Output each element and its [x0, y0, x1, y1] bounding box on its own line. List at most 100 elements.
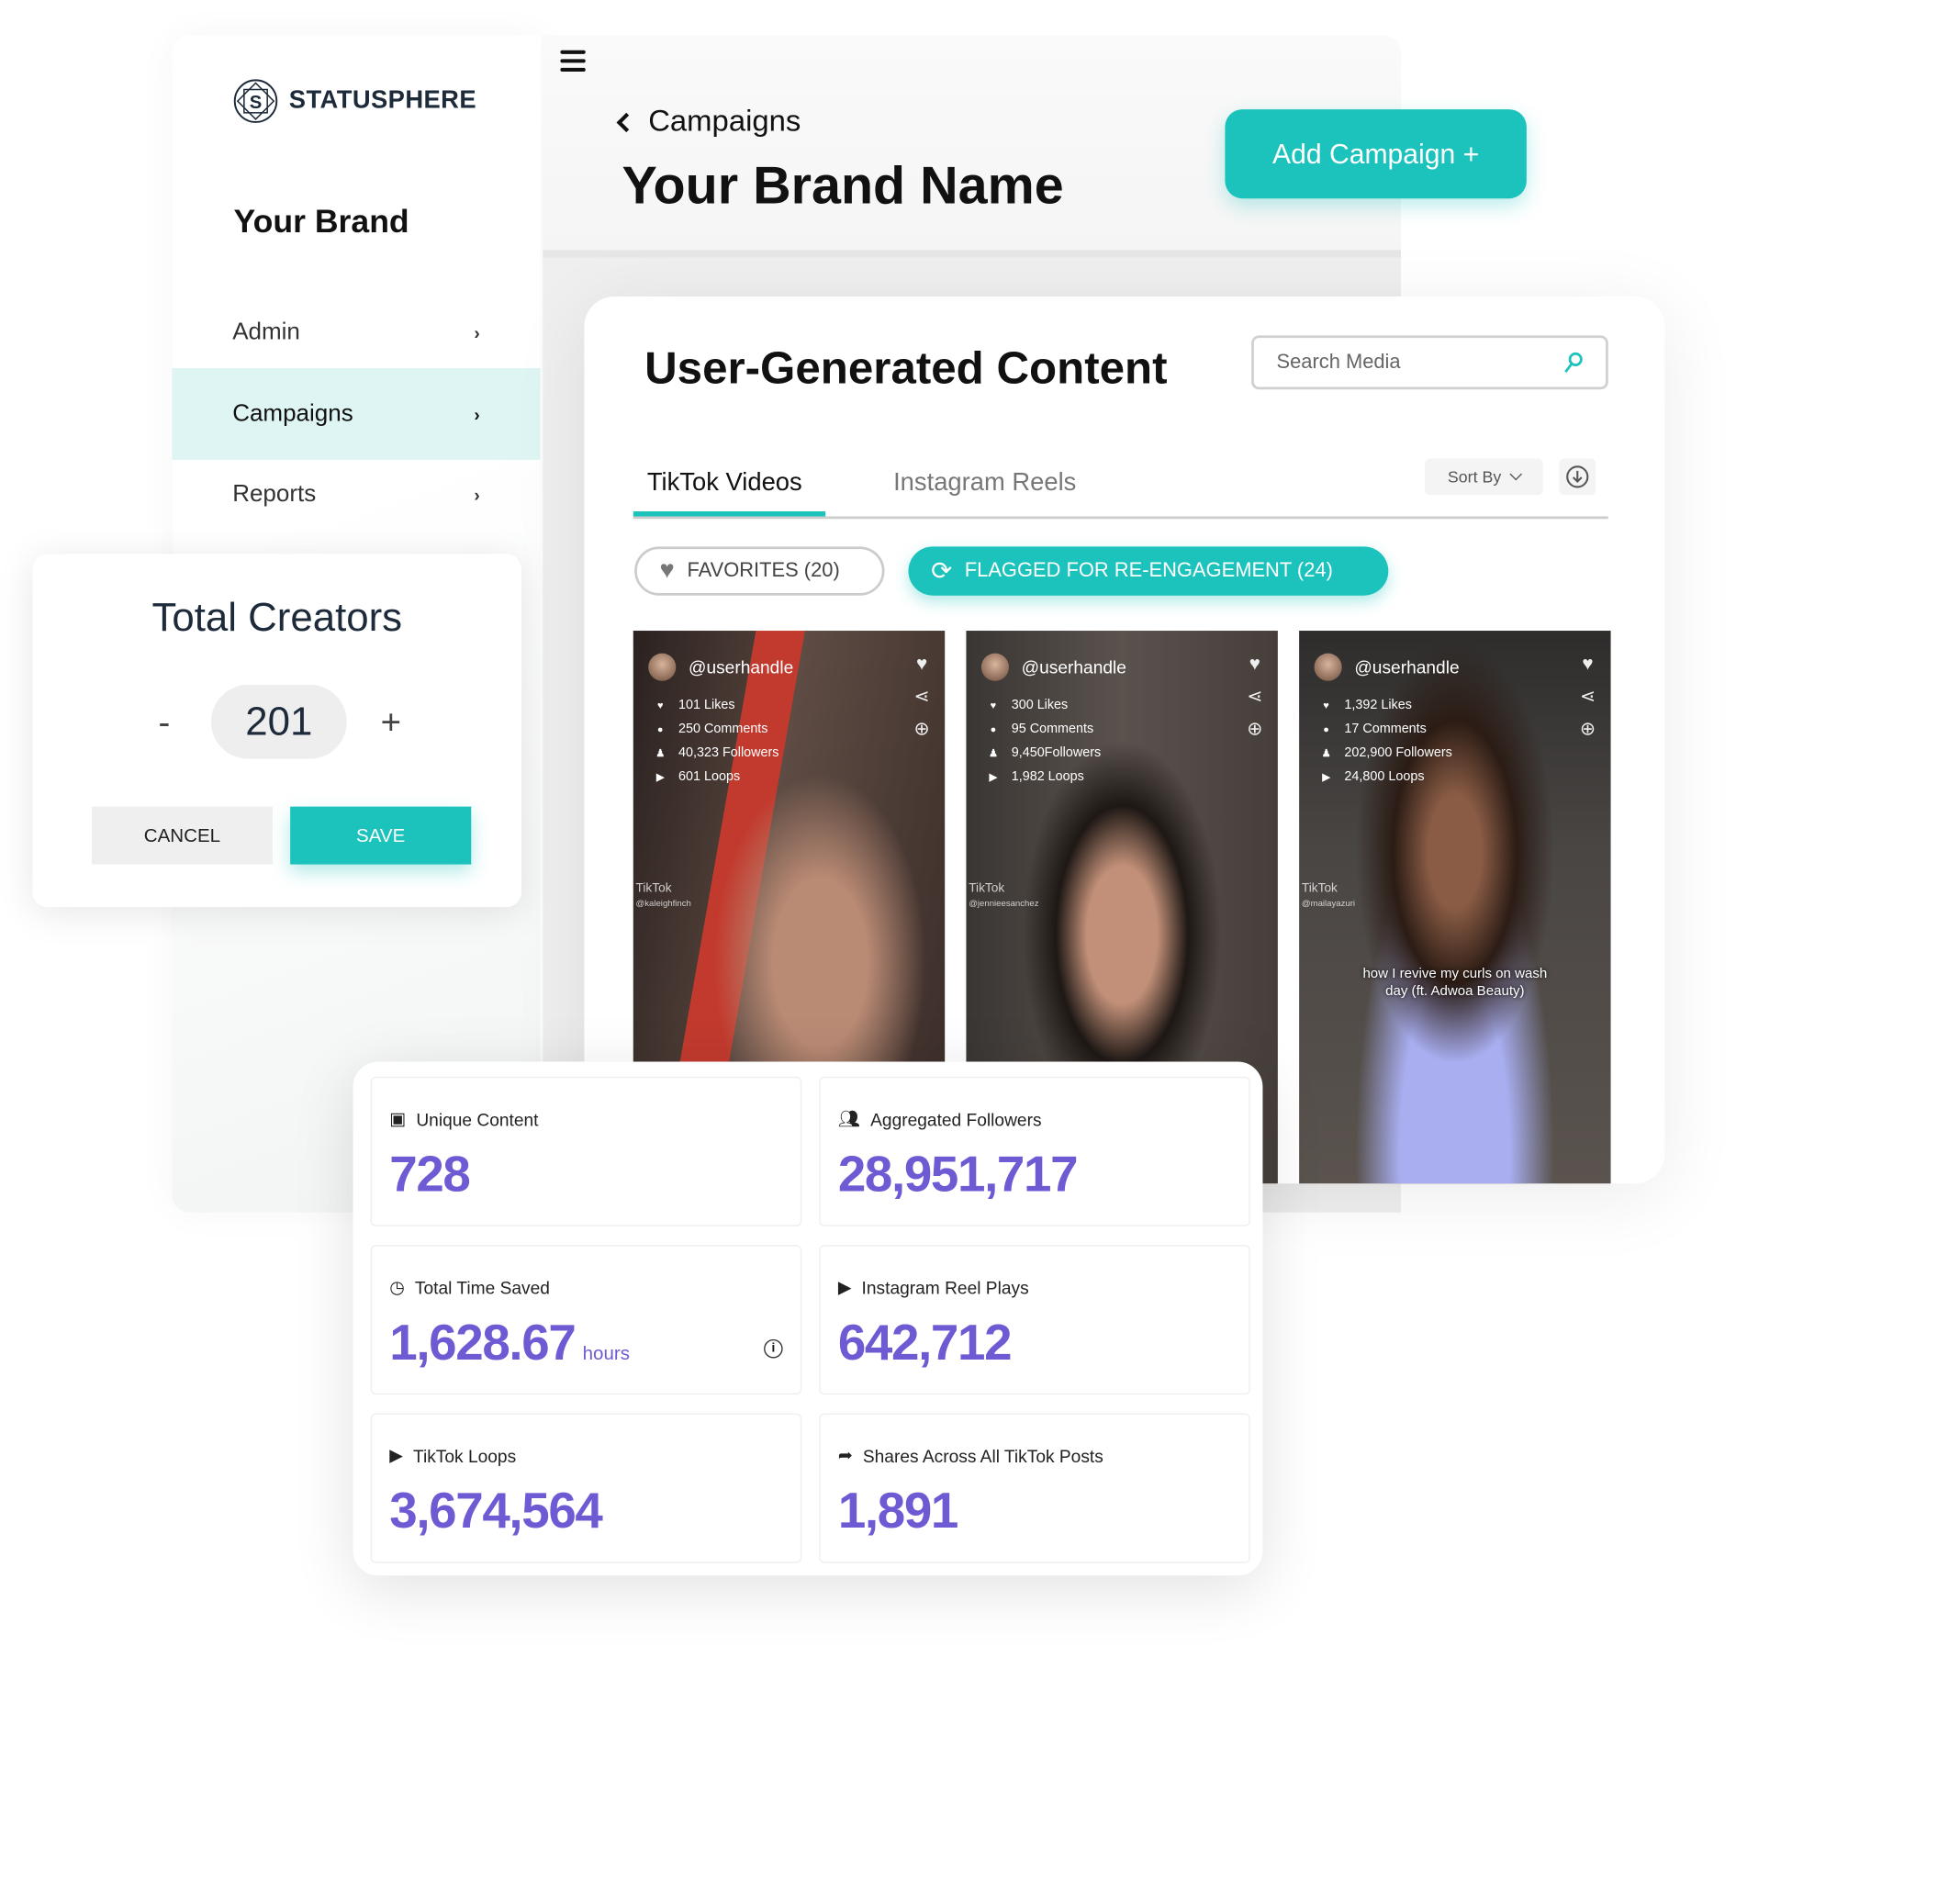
followers: 202,900 Followers: [1344, 745, 1452, 761]
watermark-handle: @mailayazuri: [1301, 899, 1356, 909]
download-icon[interactable]: ⊕: [1580, 717, 1596, 740]
add-campaign-button[interactable]: Add Campaign +: [1225, 109, 1527, 199]
person-icon: ♟: [655, 747, 666, 759]
sort-by-dropdown[interactable]: Sort By: [1424, 458, 1543, 496]
creators-count-input[interactable]: 201: [210, 684, 347, 759]
filter-label: FAVORITES (20): [687, 559, 840, 581]
cancel-button[interactable]: CANCEL: [91, 806, 273, 865]
metrics-panel: ▣ Unique Content 728 👥︎ Aggregated Follower…: [353, 1061, 1263, 1576]
search-input[interactable]: [1276, 351, 1529, 375]
search-field[interactable]: [1251, 335, 1608, 390]
metric-label: Shares Across All TikTok Posts: [862, 1445, 1103, 1466]
favorite-icon[interactable]: ♥: [1582, 654, 1593, 675]
chevron-right-icon: ›: [474, 404, 480, 424]
metric-value: 1,891: [837, 1484, 959, 1540]
download-icon: [1566, 465, 1589, 488]
watermark-handle: @jennieesanchez: [969, 899, 1039, 909]
metric-label: Aggregated Followers: [870, 1108, 1042, 1129]
watermark-handle: @kaleighfinch: [635, 899, 691, 909]
chevron-down-icon: [1509, 467, 1522, 481]
logo[interactable]: S STATUSPHERE: [232, 78, 476, 125]
heart-icon: ♥: [659, 556, 675, 585]
flagged-filter[interactable]: ⟳ FLAGGED FOR RE-ENGAGEMENT (24): [908, 546, 1389, 596]
chevron-left-icon: [616, 112, 636, 132]
tab-tiktok-videos[interactable]: TikTok Videos: [647, 468, 802, 497]
filter-label: FLAGGED FOR RE-ENGAGEMENT (24): [964, 559, 1333, 581]
total-creators-title: Total Creators: [151, 594, 403, 640]
info-icon[interactable]: i: [764, 1338, 783, 1359]
active-tab-indicator: [633, 511, 826, 517]
metric-label: Unique Content: [416, 1108, 539, 1129]
save-button[interactable]: SAVE: [290, 806, 472, 865]
likes: 300 Likes: [1011, 697, 1069, 712]
download-icon[interactable]: ⊕: [1247, 717, 1262, 740]
favorite-icon[interactable]: ♥: [1249, 654, 1260, 675]
followers: 40,323 Followers: [678, 745, 779, 761]
tiktok-watermark: TikTok: [1301, 881, 1338, 896]
chevron-right-icon: ›: [474, 484, 480, 505]
user-handle: @userhandle: [1354, 656, 1460, 677]
play-icon: ▶: [1322, 771, 1330, 783]
chevron-right-icon: ›: [474, 322, 480, 342]
metric-value: 3,674,564: [389, 1484, 603, 1540]
brand-heading: Your Brand: [233, 202, 409, 241]
tab-divider: [633, 516, 1608, 520]
avatar: [1314, 653, 1342, 681]
sort-label: Sort By: [1447, 467, 1502, 487]
metric-label: Instagram Reel Plays: [861, 1277, 1029, 1298]
metric-value: 728: [389, 1147, 471, 1203]
favorites-filter[interactable]: ♥ FAVORITES (20): [634, 546, 885, 596]
ugc-title: User-Generated Content: [644, 341, 1168, 394]
heart-icon: ♥: [1323, 700, 1329, 711]
person-icon: ♟: [1321, 747, 1331, 759]
loops: 24,800 Loops: [1344, 768, 1425, 785]
sidebar-item-admin[interactable]: Admin ›: [172, 286, 540, 378]
sidebar-item-reports[interactable]: Reports ›: [172, 449, 540, 541]
comments: 95 Comments: [1011, 721, 1094, 736]
play-icon: ▶: [389, 1444, 404, 1465]
tab-instagram-reels[interactable]: Instagram Reels: [893, 468, 1076, 497]
breadcrumb: Campaigns: [648, 104, 801, 139]
metric-label: Total Time Saved: [414, 1277, 550, 1298]
metric-tiktok-loops: ▶ TikTok Loops 3,674,564: [370, 1413, 802, 1563]
tiktok-watermark: TikTok: [969, 881, 1005, 896]
clock-plus-icon: ◷: [389, 1276, 405, 1297]
metric-aggregated-followers: 👥︎ Aggregated Followers 28,951,717: [819, 1076, 1250, 1226]
metric-value: 28,951,717: [837, 1147, 1079, 1203]
loops: 1,982 Loops: [1011, 768, 1084, 785]
share-icon[interactable]: ⋖: [914, 685, 930, 707]
decrement-button[interactable]: -: [158, 702, 170, 743]
metric-unique-content: ▣ Unique Content 728: [370, 1076, 802, 1226]
metric-instagram-reel-plays: ▶ Instagram Reel Plays 642,712: [819, 1245, 1250, 1395]
search-icon[interactable]: [1563, 352, 1584, 375]
total-creators-card: Total Creators - 201 + CANCEL SAVE: [32, 554, 521, 908]
share-arrow-icon: ➦: [837, 1444, 853, 1465]
hamburger-icon[interactable]: [560, 50, 586, 77]
share-icon[interactable]: ⋖: [1580, 685, 1596, 707]
download-icon[interactable]: ⊕: [914, 717, 930, 740]
video-caption: how I revive my curls on wash day (ft. A…: [1362, 966, 1548, 1000]
comments: 17 Comments: [1344, 721, 1427, 736]
metric-value: 1,628.67: [389, 1315, 577, 1372]
people-icon: 👥︎: [837, 1108, 861, 1129]
avatar: [648, 653, 677, 681]
followers: 9,450Followers: [1011, 745, 1102, 761]
video-card[interactable]: @userhandle ♥ 1,392 Likes ● 17 Comments ♟ 202…: [1299, 631, 1611, 1184]
comment-icon: ●: [990, 723, 997, 735]
avatar: [980, 653, 1009, 681]
increment-button[interactable]: +: [381, 702, 401, 743]
breadcrumb-back[interactable]: Campaigns: [616, 104, 801, 140]
svg-text:S: S: [250, 93, 263, 113]
play-icon: ▶: [837, 1276, 852, 1297]
play-icon: ▶: [989, 771, 998, 783]
favorite-icon[interactable]: ♥: [916, 654, 927, 675]
share-icon[interactable]: ⋖: [1247, 685, 1262, 707]
statusphere-logo-icon: S: [233, 79, 278, 123]
user-handle: @userhandle: [1021, 656, 1126, 677]
sidebar-item-campaigns[interactable]: Campaigns ›: [172, 367, 541, 460]
download-button[interactable]: [1559, 458, 1596, 496]
person-icon: ♟: [989, 747, 998, 759]
sidebar-item-label: Reports: [232, 480, 317, 508]
metric-tiktok-shares: ➦ Shares Across All TikTok Posts 1,891: [819, 1413, 1250, 1563]
metric-unit: hours: [582, 1343, 630, 1365]
